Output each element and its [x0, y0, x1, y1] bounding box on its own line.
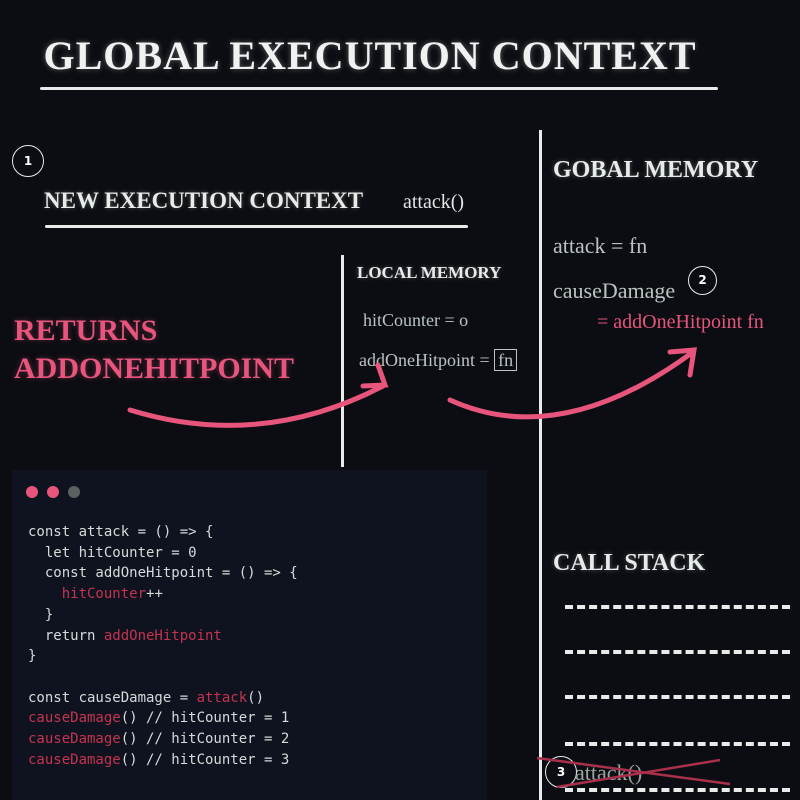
code-line: causeDamage() // hitCounter = 1 — [28, 708, 298, 729]
stack-slot — [565, 650, 790, 654]
code-token: } — [28, 606, 54, 623]
code-line: hitCounter++ — [28, 584, 298, 605]
diagram: GLOBAL EXECUTION CONTEXT 1 NEW EXECUTION… — [0, 0, 800, 800]
code-line: } — [28, 646, 298, 667]
stack-slot — [565, 742, 790, 746]
step-2-badge: 2 — [688, 266, 717, 295]
code-token: } — [28, 648, 37, 665]
code-token: return — [28, 627, 104, 644]
code-token-highlight: hitCounter — [61, 586, 147, 603]
window-dot-close — [26, 486, 38, 498]
code-line: const causeDamage = attack() — [28, 688, 298, 709]
code-line: causeDamage() // hitCounter = 2 — [28, 729, 298, 750]
code-window: const attack = () => { let hitCounter = … — [12, 470, 487, 800]
window-dot-minimize — [47, 486, 59, 498]
global-causedamage: causeDamage — [553, 278, 676, 303]
code-line: const attack = () => { — [28, 522, 298, 543]
code-token-highlight: causeDamage — [28, 731, 121, 748]
code-token: const causeDamage = — [28, 689, 197, 706]
code-token-highlight: causeDamage — [28, 710, 121, 727]
code-token-highlight: attack — [196, 689, 248, 706]
code-line: causeDamage() // hitCounter = 3 — [28, 750, 298, 771]
arrow-head-1 — [360, 362, 389, 389]
stack-slot — [565, 605, 790, 609]
window-dot-maximize — [68, 486, 80, 498]
code-token: () — [247, 689, 265, 706]
global-causedamage-value: = addOneHitpoint fn — [597, 311, 764, 333]
code-token-highlight: causeDamage — [28, 751, 121, 768]
code-token: () // hitCounter = 3 — [120, 751, 290, 768]
code-line: let hitCounter = 0 — [28, 543, 298, 564]
code-token: const addOneHitpoint = () => { — [28, 565, 298, 582]
stack-slot — [565, 695, 790, 699]
code-block: const attack = () => { let hitCounter = … — [28, 522, 298, 770]
code-line: const addOneHitpoint = () => { — [28, 563, 298, 584]
code-token: ++ — [146, 586, 163, 603]
code-token: () // hitCounter = 1 — [120, 710, 290, 727]
arrow-local-to-global — [447, 349, 696, 420]
code-token: let hitCounter = 0 — [28, 544, 197, 561]
code-line: return addOneHitpoint — [28, 626, 298, 647]
code-token: const attack = () => { — [28, 524, 214, 540]
code-token: () // hitCounter = 2 — [120, 731, 290, 748]
code-line: } — [28, 605, 298, 626]
global-memory-heading: GOBAL MEMORY — [553, 157, 759, 183]
strike-through-icon — [536, 756, 731, 789]
call-stack-heading: CALL STACK — [553, 550, 706, 576]
code-token-highlight: addOneHitpoint — [103, 627, 222, 644]
global-attack: attack = fn — [553, 233, 648, 258]
arrow-returns-to-local — [127, 383, 386, 428]
